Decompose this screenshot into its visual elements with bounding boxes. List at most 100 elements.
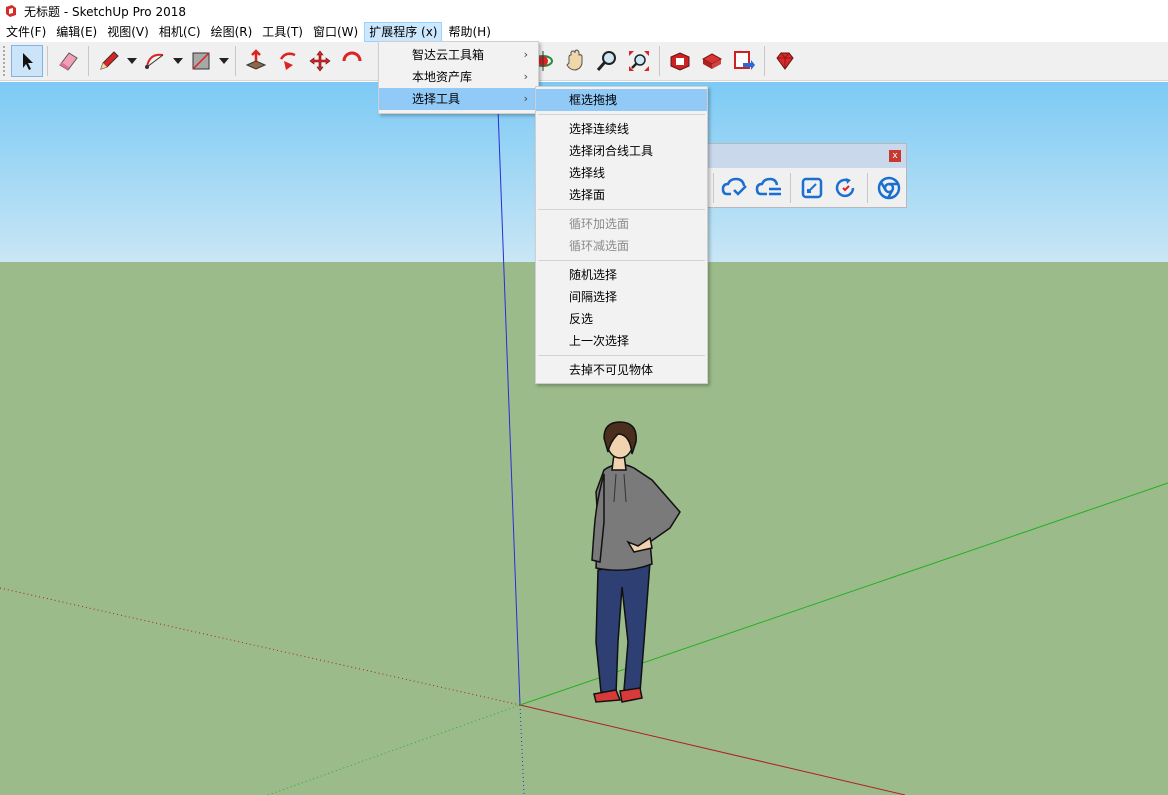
- menu-item-local-asset-library[interactable]: 本地资产库 ›: [379, 66, 538, 88]
- toolbar-grip[interactable]: [3, 46, 7, 76]
- menu-item-label: 上一次选择: [569, 334, 630, 348]
- blue-axis: [496, 82, 521, 706]
- close-button[interactable]: x: [889, 150, 901, 162]
- select-tool-button[interactable]: [11, 45, 43, 77]
- chevron-down-icon: [127, 58, 137, 64]
- hand-icon: [566, 49, 583, 71]
- line-tool-button[interactable]: [93, 45, 125, 77]
- menu-item-label: 本地资产库: [412, 70, 473, 84]
- menu-item-label: 选择线: [569, 166, 606, 180]
- menu-item-zhida-cloud-toolbox[interactable]: 智达云工具箱 ›: [379, 44, 538, 66]
- menu-item-label: 循环加选面: [569, 217, 630, 231]
- menu-item-loop-remove-faces: 循环减选面: [536, 235, 707, 257]
- menu-edit[interactable]: 编辑(E): [52, 22, 101, 42]
- rectangle-tool-dropdown[interactable]: [217, 45, 231, 77]
- menu-item-label: 循环减选面: [569, 239, 630, 253]
- cloud-check-icon: [721, 177, 747, 196]
- menu-item-label: 去掉不可见物体: [569, 363, 654, 377]
- menu-item-previous-selection[interactable]: 上一次选择: [536, 330, 707, 352]
- menu-separator: [536, 257, 707, 264]
- menu-item-invert-selection[interactable]: 反选: [536, 308, 707, 330]
- push-pull-tool-button[interactable]: [240, 45, 272, 77]
- arc-tool-button[interactable]: [139, 45, 171, 77]
- menu-draw[interactable]: 绘图(R): [207, 22, 257, 42]
- browser-icon: [877, 176, 901, 199]
- menu-window[interactable]: 窗口(W): [309, 22, 362, 42]
- arc-icon: [145, 53, 164, 69]
- browser-button[interactable]: [872, 172, 906, 204]
- menu-item-label: 选择闭合线工具: [569, 144, 654, 158]
- red-axis: [519, 704, 906, 795]
- follow-me-icon: [279, 52, 296, 70]
- menu-item-selection-tools[interactable]: 选择工具 ›: [379, 88, 538, 110]
- extensions-menu: 智达云工具箱 › 本地资产库 › 选择工具 ›: [378, 41, 539, 114]
- chevron-right-icon: ›: [523, 92, 528, 105]
- menu-item-select-connected-lines[interactable]: 选择连续线: [536, 118, 707, 140]
- warehouse-tool-button[interactable]: [664, 45, 696, 77]
- menu-item-remove-invisible-objects[interactable]: 去掉不可见物体: [536, 359, 707, 381]
- chevron-right-icon: ›: [523, 70, 528, 83]
- menu-separator: [536, 111, 707, 118]
- menu-item-label: 选择面: [569, 188, 606, 202]
- zoom-extents-tool-button[interactable]: [623, 45, 655, 77]
- floating-toolbar-body: [707, 168, 906, 207]
- resize-icon: [801, 177, 823, 198]
- floating-toolbar-window: x: [706, 143, 907, 208]
- chevron-down-icon: [219, 58, 229, 64]
- title-bar: 无标题 - SketchUp Pro 2018: [0, 0, 1168, 22]
- eraser-icon: [59, 52, 78, 71]
- line-tool-dropdown[interactable]: [125, 45, 139, 77]
- menu-item-select-lines[interactable]: 选择线: [536, 162, 707, 184]
- rotate-icon: [342, 51, 362, 62]
- eraser-tool-button[interactable]: [52, 45, 84, 77]
- menu-camera[interactable]: 相机(C): [155, 22, 205, 42]
- ruby-console-button[interactable]: [769, 45, 801, 77]
- cloud-download-button[interactable]: [718, 172, 752, 204]
- sketchup-logo-icon: [4, 4, 18, 18]
- menu-file[interactable]: 文件(F): [2, 22, 50, 42]
- menu-item-box-select-drag[interactable]: 框选拖拽: [536, 89, 707, 111]
- cloud-list-icon: [755, 177, 781, 195]
- chevron-right-icon: ›: [523, 48, 528, 61]
- menu-item-select-closed-lines-tool[interactable]: 选择闭合线工具: [536, 140, 707, 162]
- cloud-list-button[interactable]: [752, 172, 786, 204]
- blue-axis-negative: [519, 704, 525, 795]
- menu-item-random-select[interactable]: 随机选择: [536, 264, 707, 286]
- menu-item-label: 反选: [569, 312, 594, 326]
- toolbar-separator: [659, 46, 660, 76]
- refresh-button[interactable]: [829, 172, 863, 204]
- menu-view[interactable]: 视图(V): [103, 22, 153, 42]
- arc-tool-dropdown[interactable]: [171, 45, 185, 77]
- move-tool-button[interactable]: [304, 45, 336, 77]
- toolbar-separator: [713, 172, 714, 203]
- menu-item-label: 智达云工具箱: [412, 48, 485, 62]
- menu-separator: [536, 352, 707, 359]
- refresh-icon: [835, 177, 855, 197]
- menu-extensions[interactable]: 扩展程序 (x): [364, 22, 443, 42]
- zoom-tool-button[interactable]: [591, 45, 623, 77]
- selection-tools-submenu: 框选拖拽 选择连续线 选择闭合线工具 选择线 选择面 循环加选面 循环减选面 随…: [535, 86, 708, 384]
- send-to-layout-icon: [734, 51, 755, 70]
- menu-separator: [536, 206, 707, 213]
- zoom-extents-icon: [629, 51, 649, 71]
- menu-tools[interactable]: 工具(T): [258, 22, 307, 42]
- menu-item-select-faces[interactable]: 选择面: [536, 184, 707, 206]
- floating-toolbar-titlebar[interactable]: x: [707, 144, 906, 168]
- follow-me-tool-button[interactable]: [272, 45, 304, 77]
- send-to-layout-button[interactable]: [728, 45, 760, 77]
- window-title: 无标题 - SketchUp Pro 2018: [24, 4, 186, 19]
- rotate-tool-button[interactable]: [336, 45, 368, 77]
- toolbar-separator: [88, 46, 89, 76]
- warehouse-icon: [670, 52, 690, 71]
- toolbar-separator: [47, 46, 48, 76]
- extension-warehouse-icon: [701, 53, 723, 69]
- menu-bar: 文件(F) 编辑(E) 视图(V) 相机(C) 绘图(R) 工具(T) 窗口(W…: [0, 22, 1168, 42]
- rectangle-tool-button[interactable]: [185, 45, 217, 77]
- toolbar-separator: [867, 172, 868, 203]
- menu-item-label: 选择工具: [412, 92, 461, 106]
- pan-tool-button[interactable]: [559, 45, 591, 77]
- extension-warehouse-button[interactable]: [696, 45, 728, 77]
- menu-item-interval-select[interactable]: 间隔选择: [536, 286, 707, 308]
- resize-button[interactable]: [795, 172, 829, 204]
- menu-help[interactable]: 帮助(H): [444, 22, 494, 42]
